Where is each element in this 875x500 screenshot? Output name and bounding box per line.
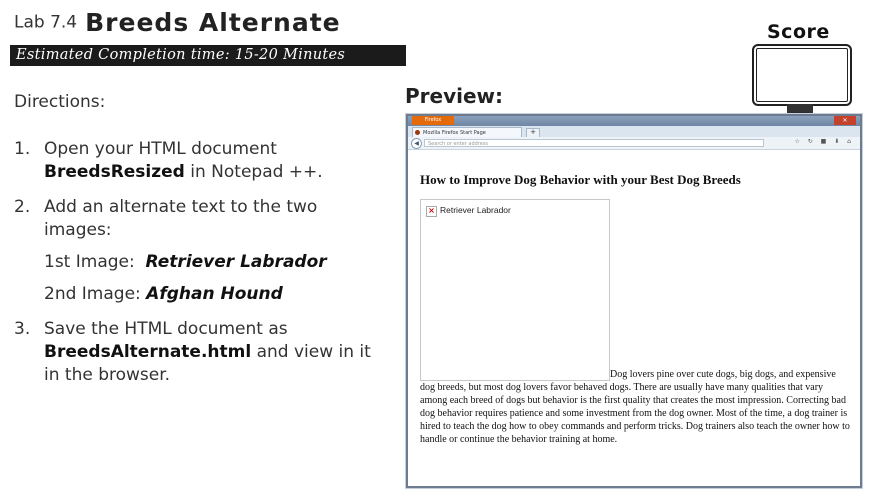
- image-1-line: 1st Image: Retriever Labrador: [44, 251, 384, 274]
- score-label: Score: [767, 21, 830, 43]
- step-filename: BreedsAlternate.html: [44, 342, 252, 362]
- lab-title: Lab 7.4 Breeds Alternate: [14, 8, 341, 37]
- preview-label: Preview:: [405, 84, 504, 108]
- back-arrow-icon[interactable]: ◀: [411, 138, 422, 149]
- step-number: 3.: [14, 319, 31, 339]
- step-number: 1.: [14, 139, 31, 159]
- page-heading: How to Improve Dog Behavior with your Be…: [420, 172, 741, 187]
- step-1: 1. Open your HTML document BreedsResized…: [14, 138, 384, 184]
- toolbar-icons[interactable]: ☆ ↻ ■ ⬇ ⌂: [794, 138, 854, 145]
- lab-name: Breeds Alternate: [85, 8, 341, 37]
- step-text: Add an alternate text to the two images:: [44, 197, 318, 240]
- monitor-icon: [752, 44, 852, 106]
- firefox-menu-button[interactable]: Firefox: [412, 116, 454, 125]
- step-2: 2. Add an alternate text to the two imag…: [14, 196, 384, 306]
- step-number: 2.: [14, 197, 31, 217]
- steps-list: 1. Open your HTML document BreedsResized…: [14, 138, 384, 399]
- step-3: 3. Save the HTML document as BreedsAlter…: [14, 318, 384, 387]
- broken-image: × Retriever Labrador: [420, 199, 610, 381]
- broken-image-icon: ×: [426, 206, 437, 217]
- close-icon[interactable]: ✕: [834, 116, 856, 125]
- page-content: How to Improve Dog Behavior with your Be…: [408, 150, 860, 486]
- directions-label: Directions:: [14, 92, 106, 112]
- url-input[interactable]: Search or enter address: [424, 139, 764, 147]
- tab-bar: Mozilla Firefox Start Page +: [408, 126, 860, 138]
- nav-bar: ◀ Search or enter address ☆ ↻ ■ ⬇ ⌂: [408, 137, 860, 150]
- image-label: 1st Image:: [44, 252, 135, 272]
- tab-start-page[interactable]: Mozilla Firefox Start Page: [412, 127, 522, 137]
- firefox-icon: [415, 130, 420, 135]
- image-alt-text: Retriever Labrador: [440, 205, 511, 215]
- title-bar: Firefox ✕: [408, 116, 860, 126]
- image-value: Retriever Labrador: [145, 252, 327, 272]
- step-text-end: in Notepad ++.: [184, 162, 323, 182]
- tab-title: Mozilla Firefox Start Page: [423, 130, 486, 136]
- step-text: Save the HTML document as: [44, 319, 288, 339]
- page-paragraph: Dog lovers pine over cute dogs, big dogs…: [420, 369, 850, 445]
- image-value: Afghan Hound: [146, 284, 283, 304]
- step-filename: BreedsResized: [44, 162, 185, 182]
- browser-preview: Firefox ✕ Mozilla Firefox Start Page + ◀…: [406, 114, 862, 488]
- image-label: 2nd Image:: [44, 284, 141, 304]
- lab-number: Lab 7.4: [14, 12, 78, 33]
- step-text: Open your HTML document: [44, 139, 277, 159]
- image-2-line: 2nd Image: Afghan Hound: [44, 283, 384, 306]
- estimated-time: Estimated Completion time: 15-20 Minutes: [16, 47, 346, 63]
